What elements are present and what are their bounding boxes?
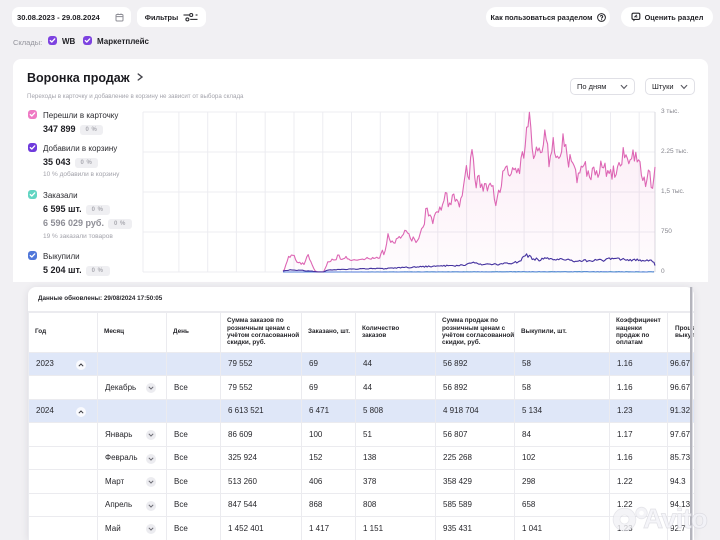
svg-text:Avito: Avito	[643, 503, 708, 534]
